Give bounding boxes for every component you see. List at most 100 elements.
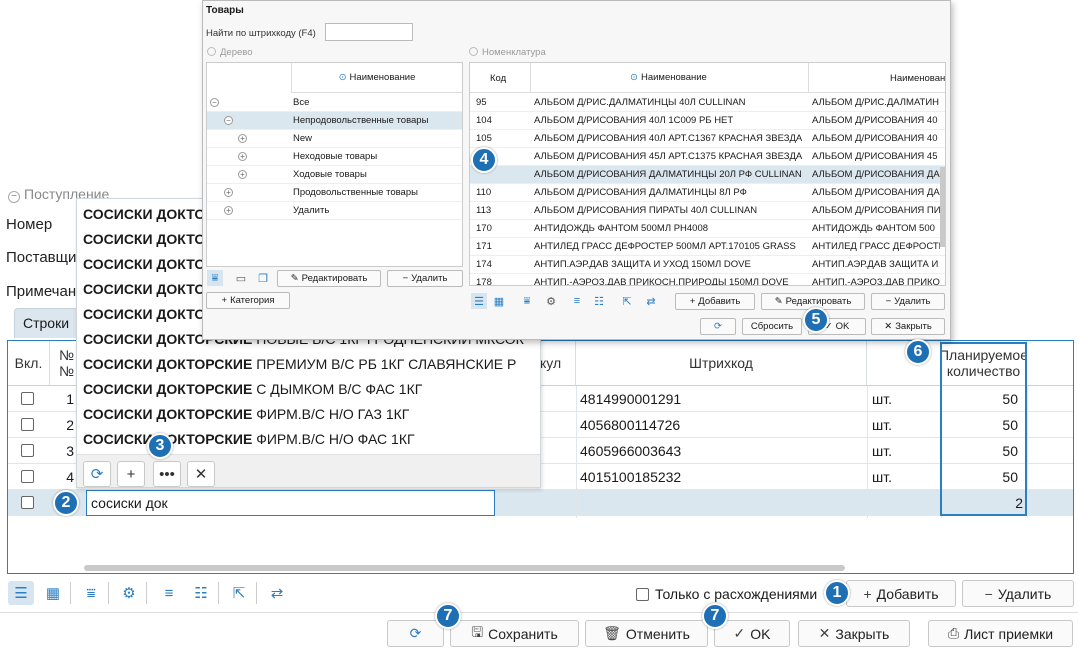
- table-row[interactable]: 105 АЛЬБОМ Д/РИСОВАНИЯ 40Л АРТ.С1367 КРАС…: [470, 130, 945, 148]
- tree-node[interactable]: + Ходовые товары: [207, 166, 462, 184]
- expand-icon[interactable]: +: [224, 188, 233, 197]
- tree-edit-button[interactable]: ✎ Редактировать: [277, 270, 381, 287]
- products-dialog[interactable]: Товары Найти по штрихкоду (F4) Дерево Но…: [202, 0, 951, 340]
- unit-cell[interactable]: шт.: [872, 464, 892, 490]
- plus-icon[interactable]: +: [117, 461, 145, 487]
- transfer-icon[interactable]: ⇄: [264, 581, 290, 605]
- collapse-icon[interactable]: −: [8, 191, 20, 203]
- nom-delete-button[interactable]: − Удалить: [871, 293, 945, 310]
- table-row[interactable]: 178 АНТИП.-АЭРОЗ.ДАВ ПРИКОСН.ПРИРОДЫ 150М…: [470, 274, 945, 285]
- expand-icon[interactable]: +: [224, 206, 233, 215]
- filter-icon[interactable]: ⩸: [519, 293, 535, 309]
- barcode-cell[interactable]: 4605966003643: [580, 438, 681, 464]
- collapse-icon[interactable]: −: [224, 116, 233, 125]
- gear-icon[interactable]: ⚙: [543, 293, 559, 309]
- tab-rows[interactable]: Строки: [14, 308, 78, 338]
- table-row[interactable]: 174 АНТИП.АЭР.ДАВ ЗАЩИТА И УХОД 150МЛ DOV…: [470, 256, 945, 274]
- table-row[interactable]: 104 АЛЬБОМ Д/РИСОВАНИЯ 40Л 1С009 РБ НЕТ АЛ…: [470, 112, 945, 130]
- tree-node[interactable]: − Все: [207, 94, 462, 112]
- table-row[interactable]: 113 АЛЬБОМ Д/РИСОВАНИЯ ПИРАТЫ 40Л CULLINA…: [470, 202, 945, 220]
- unit-cell[interactable]: шт.: [872, 438, 892, 464]
- export-icon[interactable]: ⇱: [619, 293, 635, 309]
- only-diff-filter[interactable]: Только с расхождениями: [636, 586, 817, 602]
- list-item[interactable]: СОСИСКИ ДОКТОРСКИЕ ПРЕМИУМ В/С РБ 1КГ СЛ…: [83, 352, 516, 377]
- list-item[interactable]: СОСИСКИ ДОКТОРСКИЕ С ДЫМКОМ В/С ФАС 1КГ: [83, 377, 422, 402]
- tree-header-name[interactable]: ⊙ Наименование: [291, 63, 462, 93]
- tree-node[interactable]: + Удалить: [207, 202, 462, 220]
- nom-add-button[interactable]: + Добавить: [675, 293, 755, 310]
- grid-view-icon[interactable]: ▦: [40, 581, 66, 605]
- table-row[interactable]: 107АЛЬБОМ Д/РИСОВАНИЯ 45Л АРТ.С1375 КРАС…: [470, 148, 945, 166]
- tree-node[interactable]: + New: [207, 130, 462, 148]
- table-row[interactable]: 110 АЛЬБОМ Д/РИСОВАНИЯ ДАЛМАТИНЦЫ 8Л РФ АЛ…: [470, 184, 945, 202]
- product-search-input[interactable]: сосиски док: [86, 490, 495, 516]
- tree-group-title[interactable]: Дерево: [207, 47, 253, 58]
- cancel-button[interactable]: 🗑 Отменить: [585, 620, 708, 647]
- include-checkbox[interactable]: [21, 418, 34, 431]
- expand-icon[interactable]: +: [238, 170, 247, 179]
- add-list-icon[interactable]: ☷: [591, 293, 607, 309]
- include-checkbox[interactable]: [21, 392, 34, 405]
- ok-button[interactable]: ✓ OK: [714, 620, 790, 647]
- list-item[interactable]: СОСИСКИ ДОКТОРСКИЕ ФИРМ.В/С Н/О ГАЗ 1КГ: [83, 402, 409, 427]
- header-code[interactable]: Код: [490, 73, 506, 84]
- expand-icon[interactable]: +: [238, 152, 247, 161]
- include-checkbox[interactable]: [21, 444, 34, 457]
- nomenclature-table[interactable]: Код ⊙ Наименование Наименован 95 АЛЬБОМ Д/…: [469, 62, 946, 286]
- vertical-scrollbar[interactable]: [940, 167, 945, 247]
- header-barcode[interactable]: Штрихкод: [576, 341, 867, 386]
- refresh-icon[interactable]: ⟳: [83, 461, 111, 487]
- dialog-close-button[interactable]: ✕ Закрыть: [871, 318, 945, 335]
- tree-node[interactable]: + Продовольственные товары: [207, 184, 462, 202]
- transfer-icon[interactable]: ⇄: [643, 293, 659, 309]
- dialog-refresh-button[interactable]: ⟳: [700, 318, 736, 335]
- receipt-sheet-button[interactable]: ⎙ Лист приемки: [928, 620, 1073, 647]
- unit-cell[interactable]: шт.: [872, 386, 892, 412]
- refresh-button[interactable]: ⟳: [387, 620, 444, 647]
- barcode-cell[interactable]: 4814990001291: [580, 386, 681, 412]
- add-list-icon[interactable]: ☷: [188, 581, 214, 605]
- collapse-icon[interactable]: −: [210, 98, 219, 107]
- header-incl[interactable]: Вкл.: [8, 341, 50, 386]
- close-button[interactable]: ✕ Закрыть: [798, 620, 910, 647]
- filter-icon[interactable]: ⩸: [78, 581, 104, 605]
- list-view-icon[interactable]: ☰: [8, 581, 34, 605]
- barcode-search-input[interactable]: [325, 23, 413, 41]
- gear-icon[interactable]: ⚙: [116, 581, 142, 605]
- copy-icon[interactable]: ❐: [255, 270, 271, 286]
- horizontal-scrollbar[interactable]: [84, 565, 845, 571]
- nomenclature-group-title[interactable]: Номенклатура: [469, 47, 546, 58]
- header-name[interactable]: ⊙ Наименование: [630, 72, 707, 83]
- barcode-cell[interactable]: 4056800114726: [580, 412, 680, 438]
- delete-row-button[interactable]: − Удалить: [962, 580, 1074, 607]
- filter-icon[interactable]: ⩸: [207, 270, 223, 286]
- only-diff-checkbox[interactable]: [636, 587, 649, 601]
- add-row-button[interactable]: + Добавить: [846, 580, 956, 607]
- tree-node[interactable]: − Непродовольственные товары: [207, 112, 462, 130]
- grid-view-icon[interactable]: ▦: [491, 293, 507, 309]
- header-extra[interactable]: [1027, 341, 1073, 386]
- tree-delete-button[interactable]: − Удалить: [387, 270, 463, 287]
- more-icon[interactable]: •••: [153, 461, 181, 487]
- export-icon[interactable]: ⇱: [226, 581, 252, 605]
- list-view-icon[interactable]: ☰: [471, 293, 487, 309]
- include-checkbox[interactable]: [21, 496, 34, 509]
- unit-cell[interactable]: шт.: [872, 412, 892, 438]
- numbered-list-icon[interactable]: ≡: [569, 293, 585, 309]
- expand-icon[interactable]: +: [238, 134, 247, 143]
- add-category-button[interactable]: + Категория: [206, 292, 290, 309]
- tree-node[interactable]: + Неходовые товары: [207, 148, 462, 166]
- reset-button[interactable]: Сбросить: [742, 318, 802, 335]
- numbered-list-icon[interactable]: ≡: [156, 581, 182, 605]
- close-icon[interactable]: ✕: [187, 461, 215, 487]
- table-row[interactable]: 95 АЛЬБОМ Д/РИС.ДАЛМАТИНЦЫ 40Л CULLINAN АЛ…: [470, 94, 945, 112]
- include-checkbox[interactable]: [21, 470, 34, 483]
- save-button[interactable]: 🖫 Сохранить: [450, 620, 579, 647]
- barcode-cell[interactable]: 4015100185232: [580, 464, 681, 490]
- list-item[interactable]: СОСИСКИ ДОКТОРСКИЕ ФИРМ.В/С Н/О ФАС 1КГ: [83, 427, 415, 452]
- header-name2[interactable]: Наименован: [890, 73, 945, 84]
- category-tree[interactable]: ⊙ Наименование − Все − Непродовольственные т…: [206, 62, 463, 267]
- table-row[interactable]: АЛЬБОМ Д/РИСОВАНИЯ ДАЛМАТИНЦЫ 20Л РФ CUL…: [470, 166, 945, 184]
- table-row[interactable]: 171 АНТИЛЕД ГРАСС ДЕФРОСТЕР 500МЛ АРТ.170…: [470, 238, 945, 256]
- table-row[interactable]: 170 АНТИДОЖДЬ ФАНТОМ 500МЛ РН4008 АНТИДОЖД…: [470, 220, 945, 238]
